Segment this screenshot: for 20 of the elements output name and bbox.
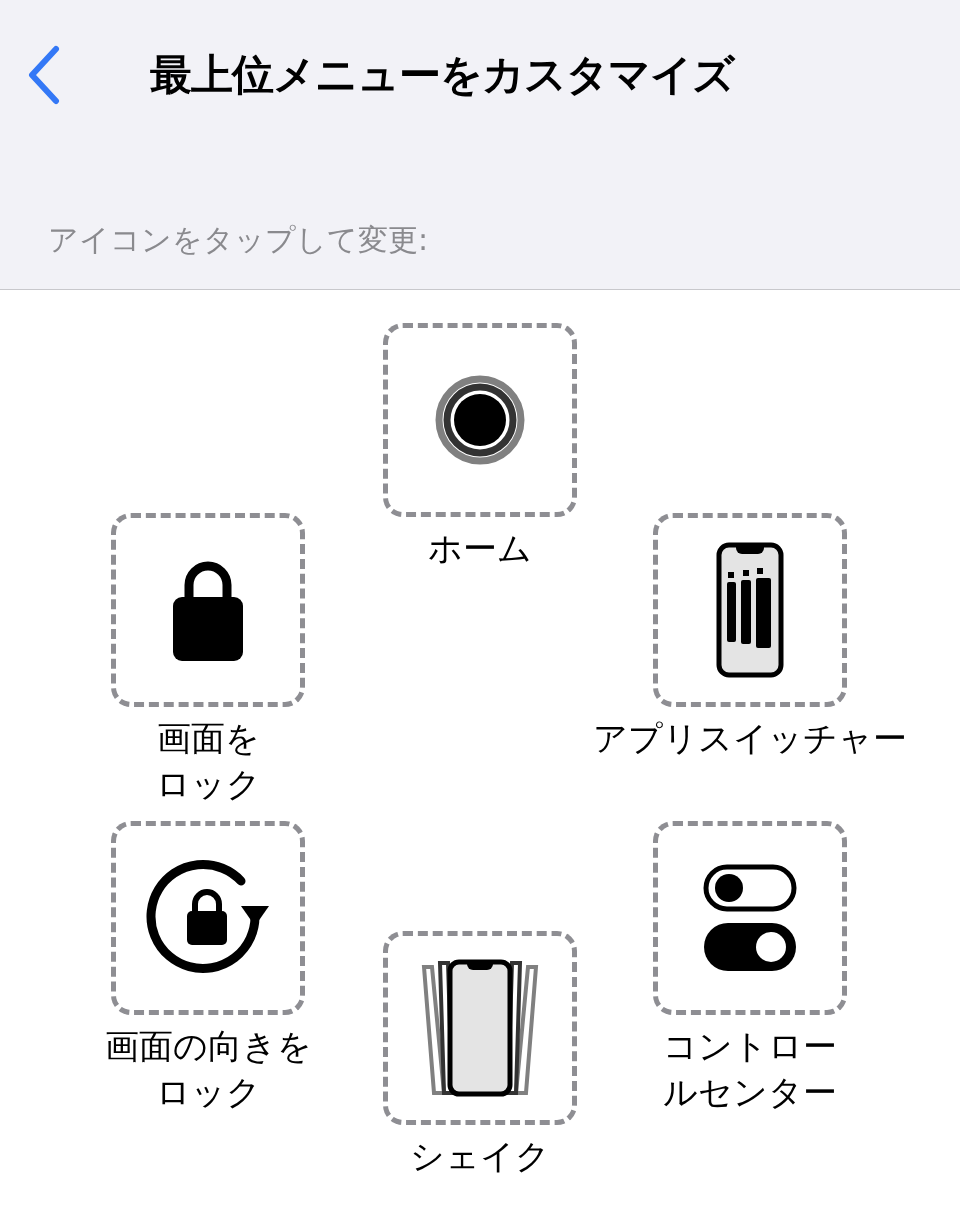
icon-tile[interactable] bbox=[383, 323, 577, 517]
icon-label: シェイク bbox=[410, 1135, 550, 1178]
section-header: アイコンをタップして変更: bbox=[48, 221, 430, 259]
icon-tile[interactable] bbox=[383, 931, 577, 1125]
icon-label: ロック bbox=[155, 763, 261, 806]
icon-tile[interactable] bbox=[111, 513, 305, 707]
home-button-icon bbox=[435, 375, 525, 465]
icon-label: コントロー bbox=[663, 1025, 837, 1068]
icon-label: アプリスイッチャー bbox=[593, 717, 907, 760]
toggle-switches-icon bbox=[703, 864, 797, 972]
icon-tile[interactable] bbox=[111, 821, 305, 1015]
icon-tile[interactable] bbox=[653, 821, 847, 1015]
icon-label: ホーム bbox=[428, 527, 532, 570]
icon-label: 画面の向きを bbox=[104, 1025, 312, 1068]
icon-tile[interactable] bbox=[653, 513, 847, 707]
phone-icon bbox=[716, 542, 784, 678]
icon-label: ロック bbox=[155, 1071, 261, 1114]
icon-label: ルセンター bbox=[663, 1071, 837, 1114]
icon-label: 画面を bbox=[156, 717, 260, 760]
page-title: 最上位メニューをカスタマイズ bbox=[150, 49, 734, 101]
